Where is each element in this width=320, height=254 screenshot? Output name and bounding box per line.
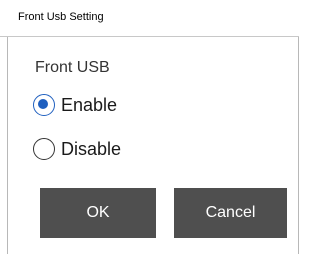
radio-enable[interactable]: Enable xyxy=(33,92,117,118)
cancel-button[interactable]: Cancel xyxy=(174,188,287,238)
radio-enable-indicator[interactable] xyxy=(33,94,55,116)
dialog-title: Front Usb Setting xyxy=(18,11,104,23)
radio-selected-dot xyxy=(38,99,49,110)
ok-button[interactable]: OK xyxy=(40,188,156,238)
title-bar: Front Usb Setting xyxy=(0,0,299,37)
dialog-left-border xyxy=(7,37,8,254)
dialog-right-border xyxy=(298,37,299,254)
radio-disable[interactable]: Disable xyxy=(33,136,121,162)
front-usb-group-label: Front USB xyxy=(35,59,110,76)
radio-disable-indicator[interactable] xyxy=(33,138,55,160)
radio-disable-label[interactable]: Disable xyxy=(61,139,121,160)
radio-enable-label[interactable]: Enable xyxy=(61,95,117,116)
front-usb-setting-dialog: Front Usb Setting Front USB Enable Disab… xyxy=(0,0,299,254)
